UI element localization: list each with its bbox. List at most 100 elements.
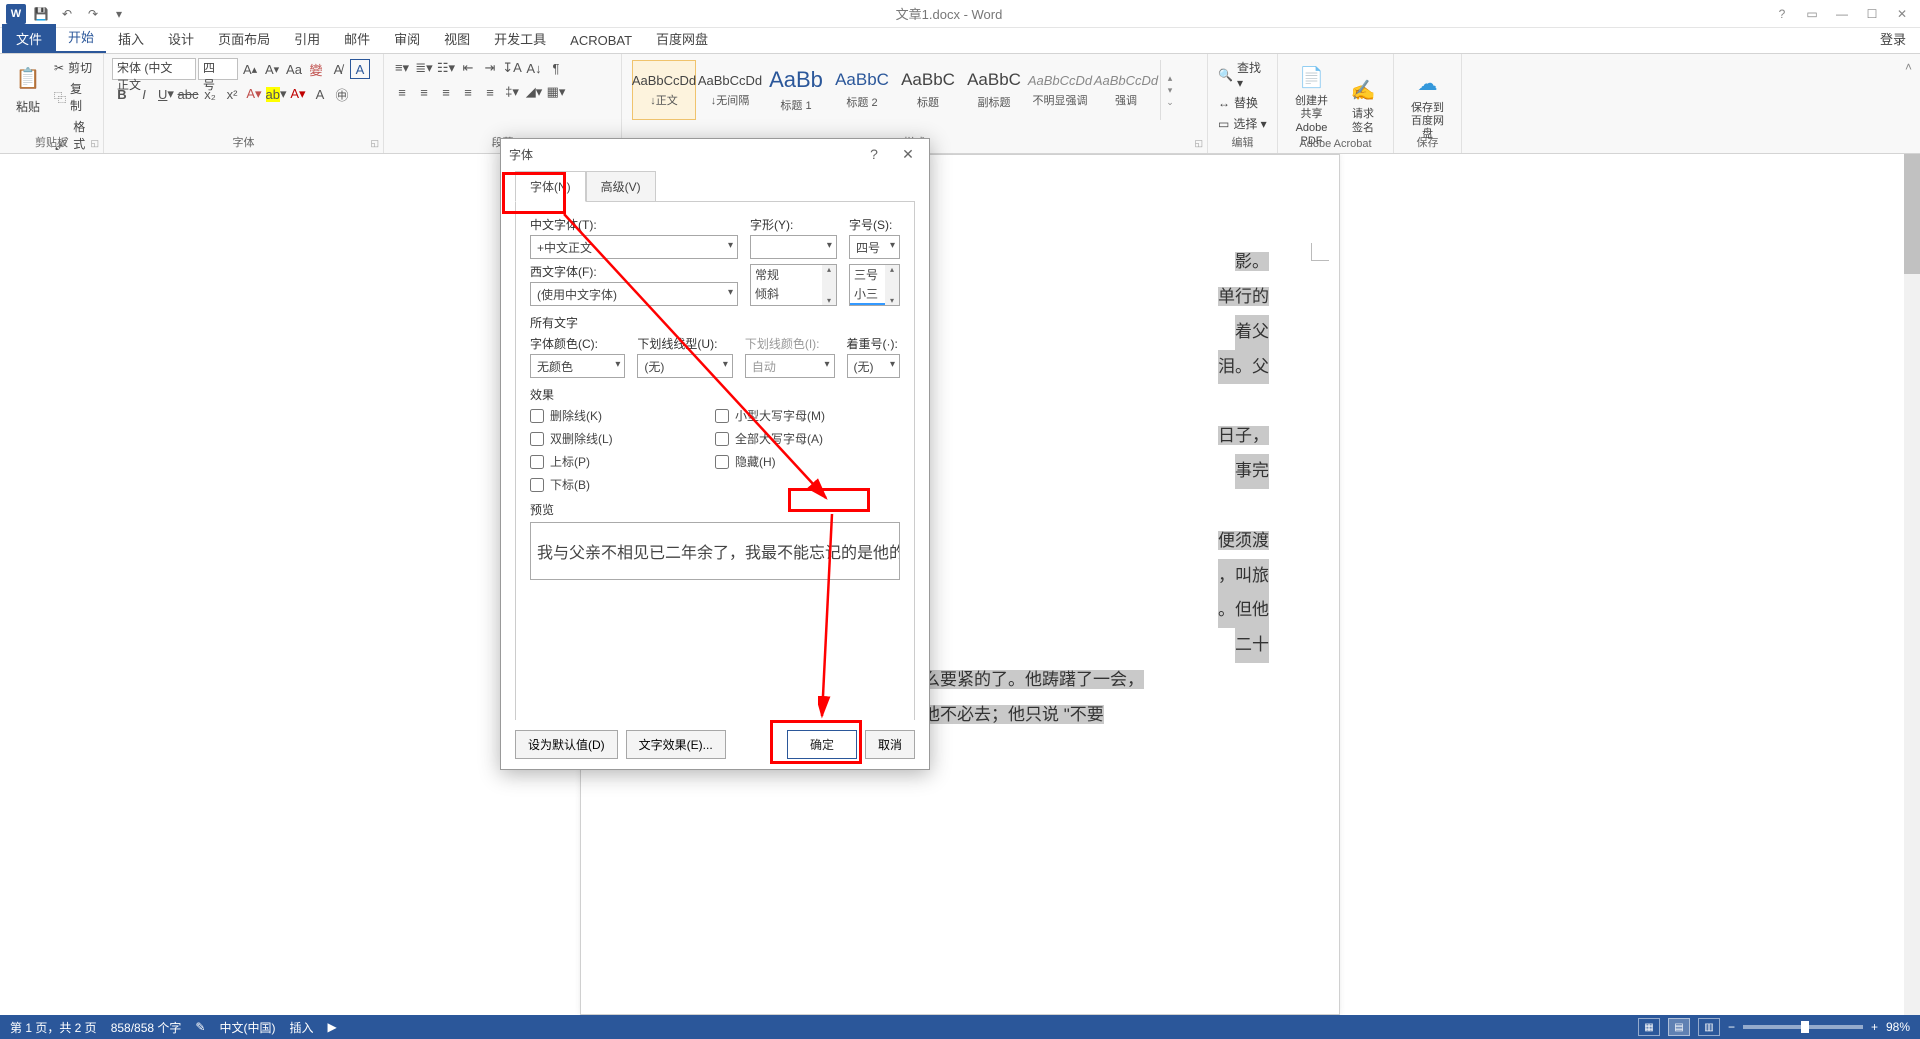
zoom-level[interactable]: 98% (1886, 1020, 1910, 1034)
style-title[interactable]: AaBbC标题 (896, 60, 960, 120)
character-border-icon[interactable]: A (350, 59, 370, 79)
sort-icon[interactable]: A↓ (524, 58, 544, 78)
superscript-icon[interactable]: x² (222, 84, 242, 104)
tab-file[interactable]: 文件 (2, 24, 56, 53)
text-direction-icon[interactable]: ↧A (502, 58, 522, 78)
style-subtitle[interactable]: AaBbC副标题 (962, 60, 1026, 120)
justify-icon[interactable]: ≡ (458, 82, 478, 102)
dialog-help-icon[interactable]: ? (861, 146, 887, 163)
font-dialog-launcher[interactable]: ◱ (370, 138, 379, 149)
smallcaps-checkbox[interactable]: 小型大写字母(M) (715, 407, 900, 424)
align-left-icon[interactable]: ≡ (392, 82, 412, 102)
tab-baidu[interactable]: 百度网盘 (644, 24, 720, 53)
clipboard-dialog-launcher[interactable]: ◱ (90, 138, 99, 149)
grow-font-icon[interactable]: A▴ (240, 59, 260, 79)
find-button[interactable]: 🔍查找 ▾ (1216, 58, 1269, 91)
text-effects-button[interactable]: 文字效果(E)... (626, 730, 726, 759)
tab-insert[interactable]: 插入 (106, 24, 156, 53)
font-color-icon[interactable]: A▾ (288, 84, 308, 104)
highlight-icon[interactable]: ab▾ (266, 84, 286, 104)
styles-gallery[interactable]: AaBbCcDd↓正文 AaBbCcDd↓无间隔 AaBb标题 1 AaBbC标… (630, 58, 1199, 122)
style-nospacing[interactable]: AaBbCcDd↓无间隔 (698, 60, 762, 120)
view-web-button[interactable]: ▥ (1698, 1018, 1720, 1036)
dialog-close-icon[interactable]: ✕ (895, 146, 921, 163)
style-more-icon[interactable]: ⌄ (1163, 97, 1177, 107)
dialog-tab-advanced[interactable]: 高级(V) (586, 171, 656, 202)
status-page[interactable]: 第 1 页，共 2 页 (10, 1019, 97, 1036)
line-spacing-icon[interactable]: ‡▾ (502, 82, 522, 102)
help-icon[interactable]: ? (1768, 3, 1796, 25)
qat-more-icon[interactable]: ▾ (108, 3, 130, 25)
align-right-icon[interactable]: ≡ (436, 82, 456, 102)
status-mode[interactable]: 插入 (289, 1019, 313, 1036)
replace-button[interactable]: ↔替换 (1216, 93, 1269, 112)
scrollbar-thumb[interactable] (1904, 154, 1920, 274)
distributed-icon[interactable]: ≡ (480, 82, 500, 102)
ok-button[interactable]: 确定 (787, 730, 857, 759)
styles-dialog-launcher[interactable]: ◱ (1194, 138, 1203, 149)
select-button[interactable]: ▭选择 ▾ (1216, 114, 1269, 133)
list-scrollbar[interactable] (885, 265, 899, 305)
status-words[interactable]: 858/858 个字 (111, 1019, 182, 1036)
show-hide-icon[interactable]: ¶ (546, 58, 566, 78)
zoom-in-icon[interactable]: + (1871, 1020, 1878, 1034)
login-button[interactable]: 登录 (1866, 24, 1920, 53)
increase-indent-icon[interactable]: ⇥ (480, 58, 500, 78)
west-font-combo[interactable]: (使用中文字体) (530, 282, 738, 306)
clear-format-icon[interactable]: A̸ (328, 59, 348, 79)
tab-references[interactable]: 引用 (282, 24, 332, 53)
zoom-out-icon[interactable]: − (1728, 1020, 1735, 1034)
style-emphasis[interactable]: AaBbCcDd强调 (1094, 60, 1158, 120)
text-effects-icon[interactable]: A▾ (244, 84, 264, 104)
strikethrough-icon[interactable]: abc (178, 84, 198, 104)
save-icon[interactable]: 💾 (30, 3, 52, 25)
view-print-button[interactable]: ▤ (1668, 1018, 1690, 1036)
status-spell-icon[interactable]: ✎ (195, 1020, 205, 1034)
strike-checkbox[interactable]: 删除线(K) (530, 407, 715, 424)
multilevel-icon[interactable]: ☷▾ (436, 58, 456, 78)
font-style-input[interactable] (750, 235, 837, 259)
collapse-ribbon-icon[interactable]: ˄ (1897, 54, 1920, 153)
tab-developer[interactable]: 开发工具 (482, 24, 558, 53)
font-color-combo[interactable]: 无颜色 (530, 354, 625, 378)
set-default-button[interactable]: 设为默认值(D) (515, 730, 618, 759)
cn-font-combo[interactable]: +中文正文 (530, 235, 738, 259)
numbering-icon[interactable]: ≣▾ (414, 58, 434, 78)
underline-combo[interactable]: (无) (637, 354, 732, 378)
ribbon-display-icon[interactable]: ▭ (1798, 3, 1826, 25)
style-up-icon[interactable]: ▴ (1163, 73, 1177, 83)
emphasis-combo[interactable]: (无) (847, 354, 900, 378)
style-heading2[interactable]: AaBbC标题 2 (830, 60, 894, 120)
dialog-tab-font[interactable]: 字体(N) (515, 171, 586, 202)
tab-view[interactable]: 视图 (432, 24, 482, 53)
style-down-icon[interactable]: ▾ (1163, 85, 1177, 95)
tab-design[interactable]: 设计 (156, 24, 206, 53)
minimize-icon[interactable]: — (1828, 3, 1856, 25)
status-lang[interactable]: 中文(中国) (219, 1019, 275, 1036)
style-normal[interactable]: AaBbCcDd↓正文 (632, 60, 696, 120)
tab-acrobat[interactable]: ACROBAT (558, 28, 644, 53)
maximize-icon[interactable]: ☐ (1858, 3, 1886, 25)
font-name-select[interactable]: 宋体 (中文正文 (112, 58, 196, 80)
change-case-icon[interactable]: Aa (284, 59, 304, 79)
align-center-icon[interactable]: ≡ (414, 82, 434, 102)
font-size-select[interactable]: 四号 (198, 58, 238, 80)
shrink-font-icon[interactable]: A▾ (262, 59, 282, 79)
allcaps-checkbox[interactable]: 全部大写字母(A) (715, 430, 900, 447)
tab-mailings[interactable]: 邮件 (332, 24, 382, 53)
bullets-icon[interactable]: ≡▾ (392, 58, 412, 78)
subscript-checkbox[interactable]: 下标(B) (530, 476, 715, 493)
zoom-knob[interactable] (1801, 1021, 1809, 1033)
phonetic-guide-icon[interactable]: 變 (306, 59, 326, 79)
cut-button[interactable]: ✂剪切 (52, 58, 95, 77)
tab-layout[interactable]: 页面布局 (206, 24, 282, 53)
dialog-title-bar[interactable]: 字体 ?✕ (501, 139, 929, 169)
copy-button[interactable]: ⿻复制 (52, 79, 95, 115)
style-subtle-emphasis[interactable]: AaBbCcDd不明显强调 (1028, 60, 1092, 120)
shading-icon[interactable]: ◢▾ (524, 82, 544, 102)
list-scrollbar[interactable] (822, 265, 836, 305)
font-size-input[interactable]: 四号 (849, 235, 900, 259)
font-size-list[interactable]: 三号 小三 四号 (849, 264, 900, 306)
decrease-indent-icon[interactable]: ⇤ (458, 58, 478, 78)
style-heading1[interactable]: AaBb标题 1 (764, 60, 828, 120)
